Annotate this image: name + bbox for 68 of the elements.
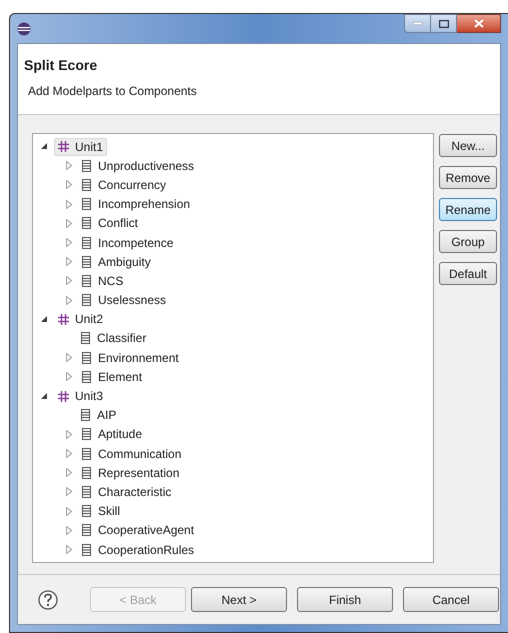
tree-node[interactable]: AIP (78, 406, 120, 424)
table-icon (82, 466, 91, 479)
table-icon (82, 294, 91, 306)
table-icon (82, 448, 91, 460)
table-icon (81, 332, 90, 344)
table-icon (82, 256, 91, 268)
tree-node[interactable]: Unproductiveness (79, 156, 198, 175)
table-icon (81, 409, 90, 422)
maximize-button[interactable] (431, 14, 457, 33)
table-icon (82, 428, 91, 440)
tree-node[interactable]: CooperationRules (79, 540, 198, 559)
tree-node[interactable]: Characteristic (79, 482, 174, 501)
tree-node[interactable]: NCS (79, 272, 126, 290)
side-button[interactable]: Default (439, 262, 497, 285)
minimize-icon (413, 22, 422, 25)
tree-node[interactable]: Environnement (79, 348, 182, 367)
tree-node[interactable]: Classifier (78, 329, 150, 348)
grid-icon (58, 390, 69, 402)
app-icon (17, 22, 31, 36)
help-icon[interactable] (38, 590, 58, 610)
expanded-arrow-icon[interactable] (41, 143, 48, 150)
table-icon (82, 505, 91, 518)
tree-node[interactable]: CooperativeAgent (79, 521, 198, 540)
table-icon (82, 524, 91, 536)
tree-node[interactable]: Aptitude (79, 425, 146, 444)
wizard-button[interactable]: Next > (191, 587, 287, 612)
minimize-button[interactable] (404, 14, 431, 33)
side-button[interactable]: Remove (439, 166, 497, 189)
tree-node[interactable]: Incompetence (79, 234, 176, 252)
page-title: Split Ecore (24, 56, 98, 74)
tree-node[interactable]: Unit2 (54, 310, 108, 328)
table-icon (82, 236, 91, 249)
side-button[interactable]: Rename (439, 198, 497, 221)
tree-node[interactable]: Conflict (79, 214, 142, 232)
expanded-arrow-icon[interactable] (41, 392, 48, 400)
side-button[interactable]: New... (439, 134, 497, 157)
table-icon (82, 352, 91, 364)
tree-node[interactable]: Skill (79, 502, 124, 520)
tree-node[interactable]: Unit3 (54, 387, 108, 406)
grid-icon (58, 141, 69, 152)
wizard-button[interactable]: Cancel (403, 587, 499, 612)
tree-node[interactable]: Representation (79, 464, 182, 482)
tree-node[interactable]: Concurrency (79, 176, 170, 194)
table-icon (82, 486, 91, 498)
table-icon (82, 160, 91, 172)
table-icon (82, 544, 91, 556)
table-icon (82, 370, 91, 383)
tree-node[interactable]: Ambiguity (79, 252, 154, 271)
maximize-icon (438, 20, 448, 28)
collapsed-arrow-icon[interactable] (66, 296, 72, 305)
collapsed-arrow-icon[interactable] (66, 545, 72, 554)
close-icon (474, 19, 484, 28)
side-button[interactable]: Group (439, 230, 497, 253)
tree-node[interactable]: Uselessness (79, 291, 170, 310)
tree-node[interactable]: Communication (79, 444, 184, 463)
table-icon (82, 198, 91, 210)
tree-node[interactable]: Element (79, 368, 146, 386)
tree-node[interactable]: Incomprehension (79, 195, 194, 214)
table-icon (82, 178, 91, 191)
tree-node[interactable]: Unit1 (54, 138, 108, 156)
expanded-arrow-icon[interactable] (41, 316, 48, 323)
grid-icon (58, 314, 69, 325)
page-description: Add Modelparts to Components (28, 83, 198, 100)
table-icon (82, 217, 91, 230)
wizard-button[interactable]: Finish (297, 587, 393, 612)
close-button[interactable] (457, 14, 501, 33)
collapsed-arrow-icon[interactable] (66, 430, 72, 439)
table-icon (82, 274, 91, 287)
